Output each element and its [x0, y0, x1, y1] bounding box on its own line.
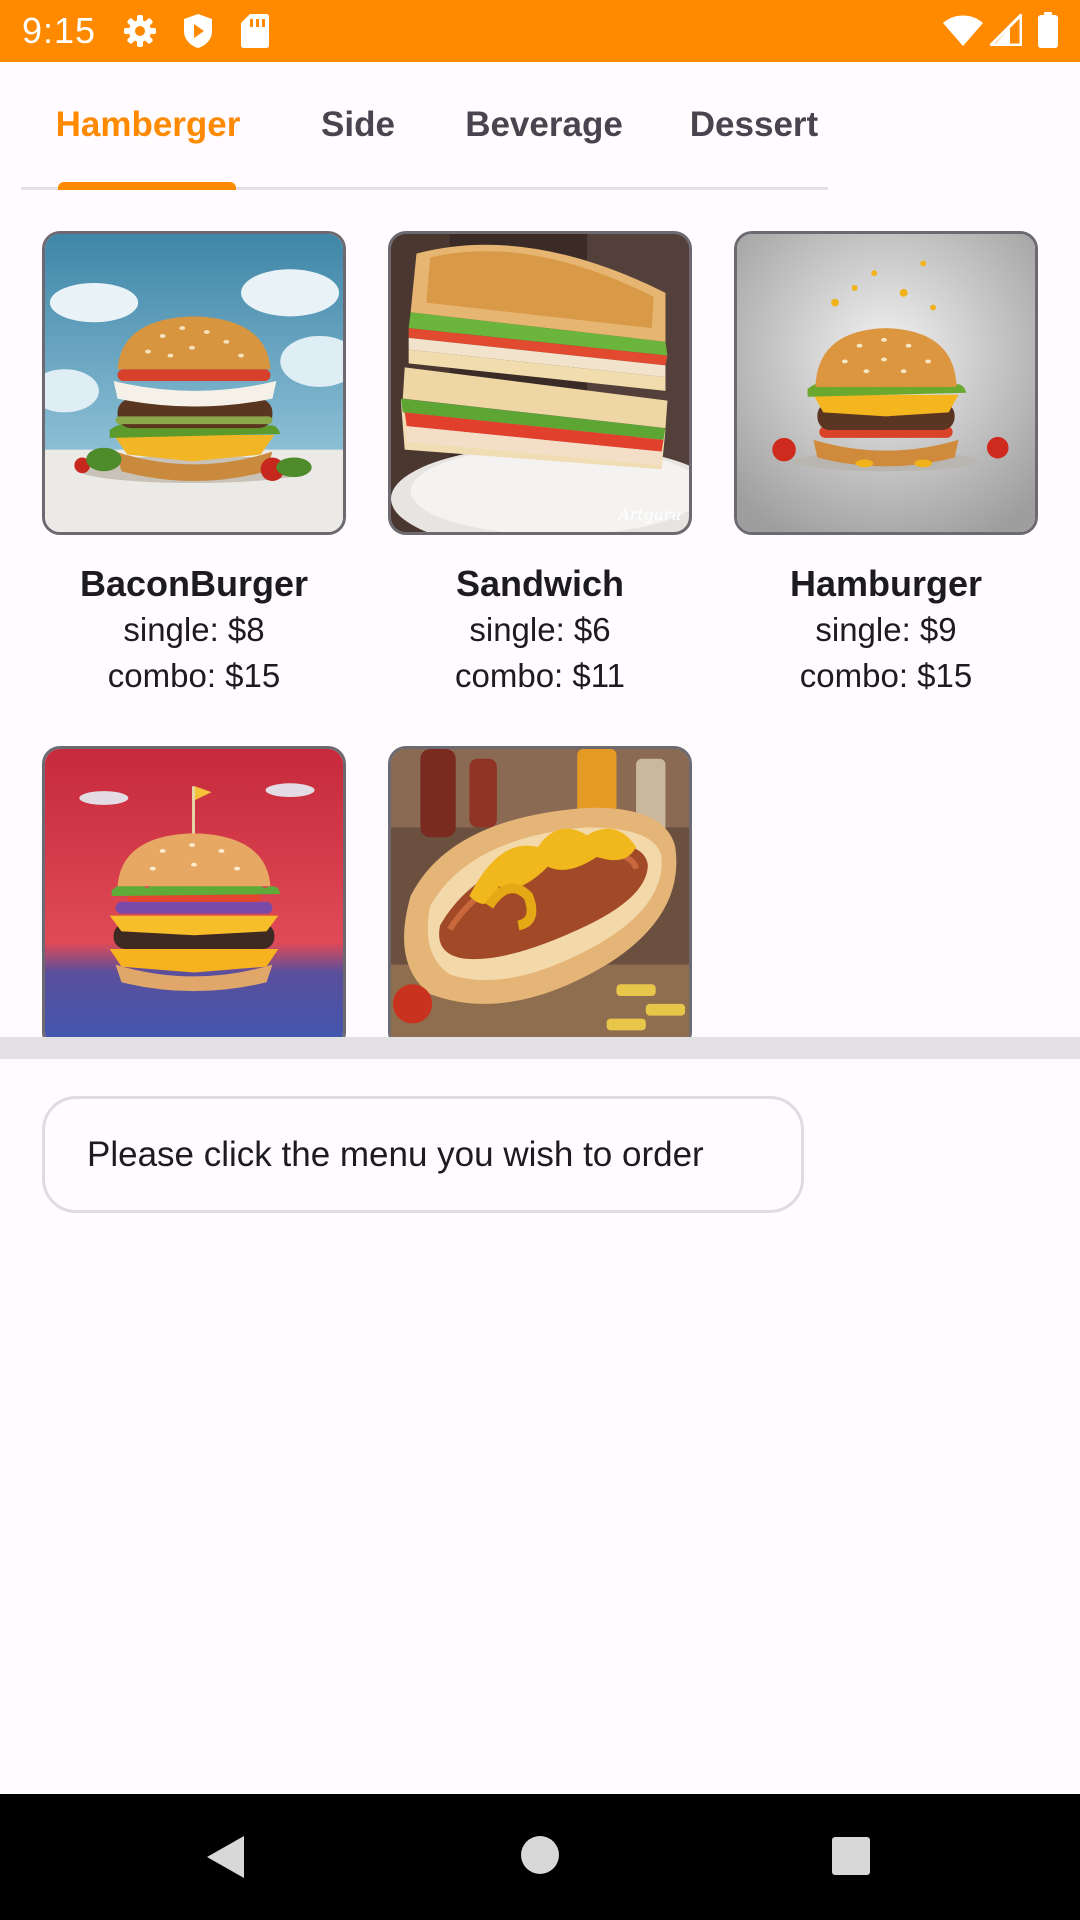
back-icon[interactable]: [204, 1834, 246, 1880]
active-tab-indicator: [58, 182, 236, 190]
cheeseburger-photo[interactable]: [42, 746, 346, 1037]
recents-icon[interactable]: [832, 1837, 870, 1875]
combo-price: combo: $15: [107, 657, 281, 694]
menu-item-cheeseburger[interactable]: [42, 746, 346, 1037]
menu-item-name: Sandwich: [455, 563, 625, 604]
bacon-burger-photo[interactable]: [42, 231, 346, 535]
status-bar: 9:15: [0, 0, 1080, 62]
tab-dessert[interactable]: Dessert: [663, 100, 845, 150]
system-navigation-bar: [0, 1794, 1080, 1920]
battery-icon: [1037, 12, 1059, 48]
play-shield-icon: [182, 13, 214, 49]
tab-hamberger[interactable]: Hamberger: [53, 100, 243, 150]
tab-beverage[interactable]: Beverage: [441, 100, 647, 150]
gear-icon: [122, 13, 158, 49]
tab-side[interactable]: Side: [305, 100, 411, 150]
category-tab-bar: Hamberger Side Beverage Dessert: [21, 62, 828, 190]
sd-card-icon: [240, 13, 270, 49]
sandwich-photo[interactable]: Artguru: [388, 231, 692, 535]
menu-item-baconburger[interactable]: BaconBurger single: $8 combo: $15: [42, 231, 346, 699]
menu-grid[interactable]: BaconBurger single: $8 combo: $15 Artgur…: [0, 193, 1080, 1037]
single-price: single: $9: [815, 611, 957, 648]
combo-price: combo: $15: [799, 657, 973, 694]
list-divider: [0, 1037, 1080, 1059]
menu-item-hotdog[interactable]: [388, 746, 692, 1037]
cell-signal-icon: [990, 14, 1022, 46]
hamburger-photo[interactable]: [734, 231, 1038, 535]
home-icon[interactable]: [520, 1835, 560, 1875]
menu-item-name: BaconBurger: [79, 563, 309, 604]
order-hint-box: Please click the menu you wish to order: [42, 1096, 804, 1213]
status-time: 9:15: [22, 10, 97, 51]
combo-price: combo: $11: [455, 657, 625, 694]
wifi-icon: [942, 15, 984, 47]
single-price: single: $8: [123, 611, 265, 648]
menu-item-name: Hamburger: [789, 563, 983, 604]
menu-item-hamburger[interactable]: Hamburger single: $9 combo: $15: [734, 231, 1038, 699]
hotdog-photo[interactable]: [388, 746, 692, 1037]
artguru-watermark: Artguru: [616, 505, 681, 524]
menu-item-sandwich[interactable]: Artguru Sandwich single: $6 combo: $11: [388, 231, 692, 699]
single-price: single: $6: [469, 611, 611, 648]
